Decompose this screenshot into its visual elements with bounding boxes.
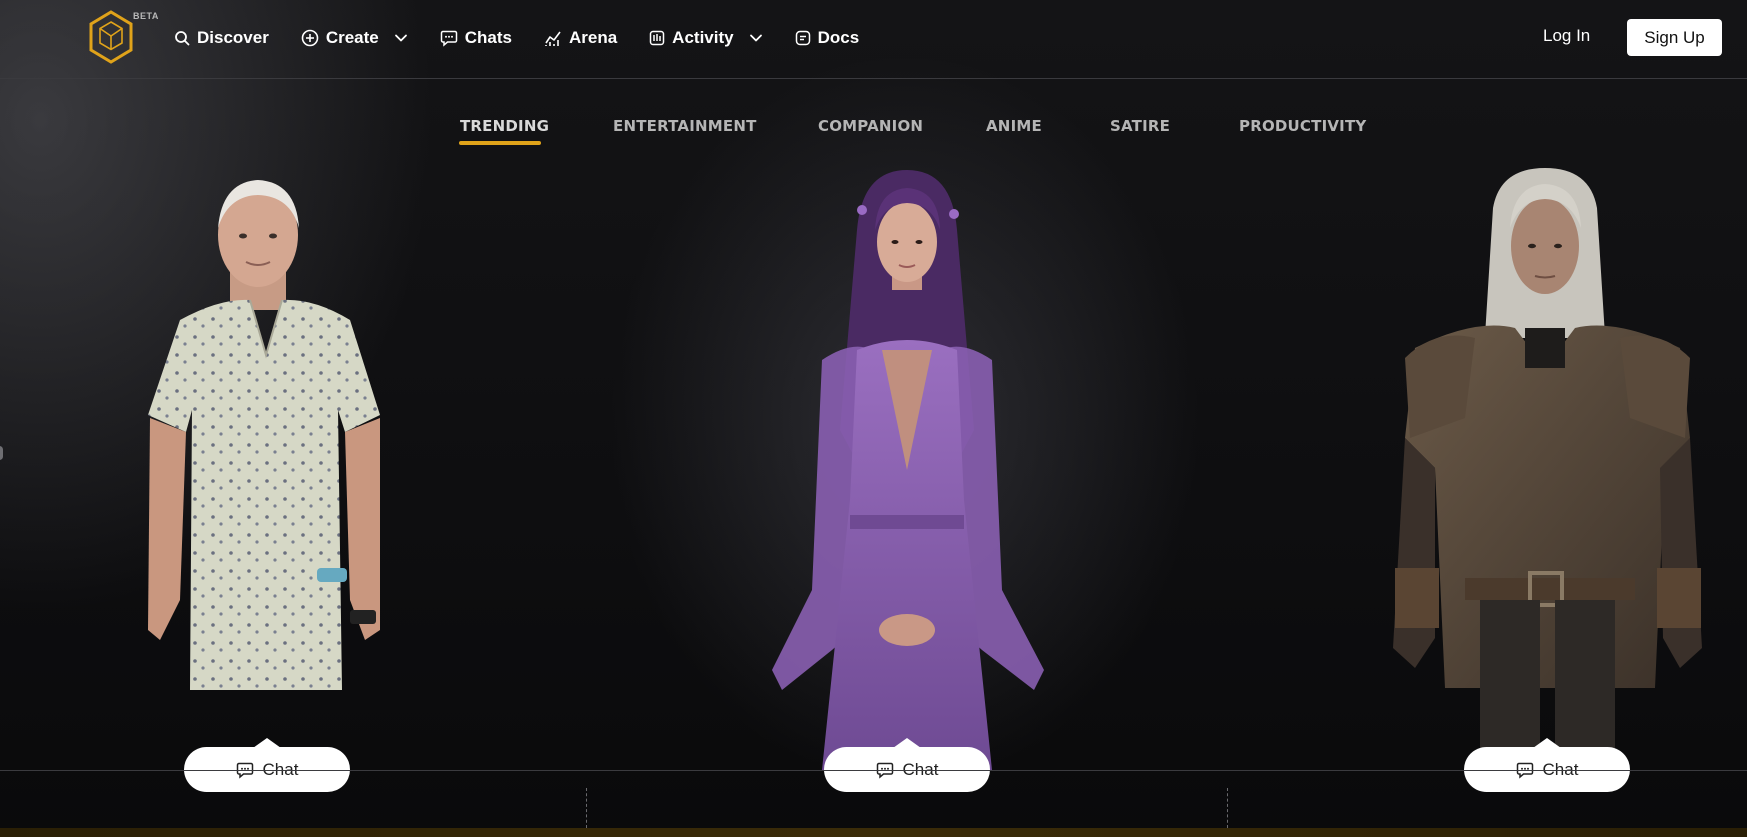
carousel-baseline bbox=[0, 770, 1747, 771]
character-card-1[interactable] bbox=[100, 170, 420, 770]
search-icon bbox=[175, 31, 190, 46]
nav-create[interactable]: Create bbox=[301, 28, 408, 48]
nav-discover-label: Discover bbox=[197, 28, 269, 47]
nav-docs[interactable]: Docs bbox=[795, 28, 860, 48]
logo-icon[interactable] bbox=[88, 10, 134, 64]
character-card-3[interactable] bbox=[1375, 168, 1720, 768]
bottom-accent-strip bbox=[0, 828, 1747, 837]
chevron-down-icon bbox=[394, 34, 407, 42]
active-tab-indicator bbox=[459, 141, 541, 145]
tab-anime[interactable]: ANIME bbox=[986, 117, 1042, 135]
tab-companion[interactable]: COMPANION bbox=[818, 117, 923, 135]
chevron-down-icon bbox=[749, 34, 762, 42]
category-tabs: TRENDING ENTERTAINMENT COMPANION ANIME S… bbox=[0, 117, 1747, 147]
nav-arena[interactable]: Arena bbox=[544, 28, 617, 48]
nav-arena-label: Arena bbox=[568, 28, 618, 47]
nav-chats-label: Chats bbox=[464, 28, 512, 47]
nav-discover[interactable]: Discover bbox=[174, 28, 269, 48]
signup-button[interactable]: Sign Up bbox=[1627, 19, 1722, 56]
chat-bubble-icon bbox=[440, 30, 457, 47]
character-portrait bbox=[148, 180, 380, 690]
column-divider bbox=[1227, 788, 1228, 828]
tab-trending[interactable]: TRENDING bbox=[460, 117, 549, 135]
nav-create-label: Create bbox=[325, 28, 379, 47]
nav-chats[interactable]: Chats bbox=[440, 28, 512, 48]
tab-satire[interactable]: SATIRE bbox=[1110, 117, 1170, 135]
main-nav: Discover Create Chats Arena Activity Doc… bbox=[174, 24, 891, 52]
character-portrait bbox=[1393, 168, 1702, 768]
bar-chart-icon bbox=[649, 30, 665, 46]
document-icon bbox=[795, 30, 810, 46]
character-card-2[interactable] bbox=[752, 170, 1062, 770]
login-button[interactable]: Log In bbox=[1543, 26, 1590, 46]
beta-badge: BETA bbox=[133, 11, 159, 21]
nav-activity[interactable]: Activity bbox=[649, 28, 762, 48]
nav-docs-label: Docs bbox=[817, 28, 860, 47]
top-navbar: BETA Discover Create Chats Arena Activit… bbox=[0, 0, 1747, 79]
column-divider bbox=[586, 788, 587, 828]
trending-chart-icon bbox=[545, 31, 561, 46]
tab-productivity[interactable]: PRODUCTIVITY bbox=[1239, 117, 1366, 135]
character-portrait bbox=[772, 170, 1044, 770]
nav-activity-label: Activity bbox=[672, 28, 734, 47]
tab-entertainment[interactable]: ENTERTAINMENT bbox=[613, 117, 757, 135]
plus-circle-icon bbox=[301, 29, 319, 47]
carousel-edge-handle[interactable] bbox=[0, 446, 3, 460]
